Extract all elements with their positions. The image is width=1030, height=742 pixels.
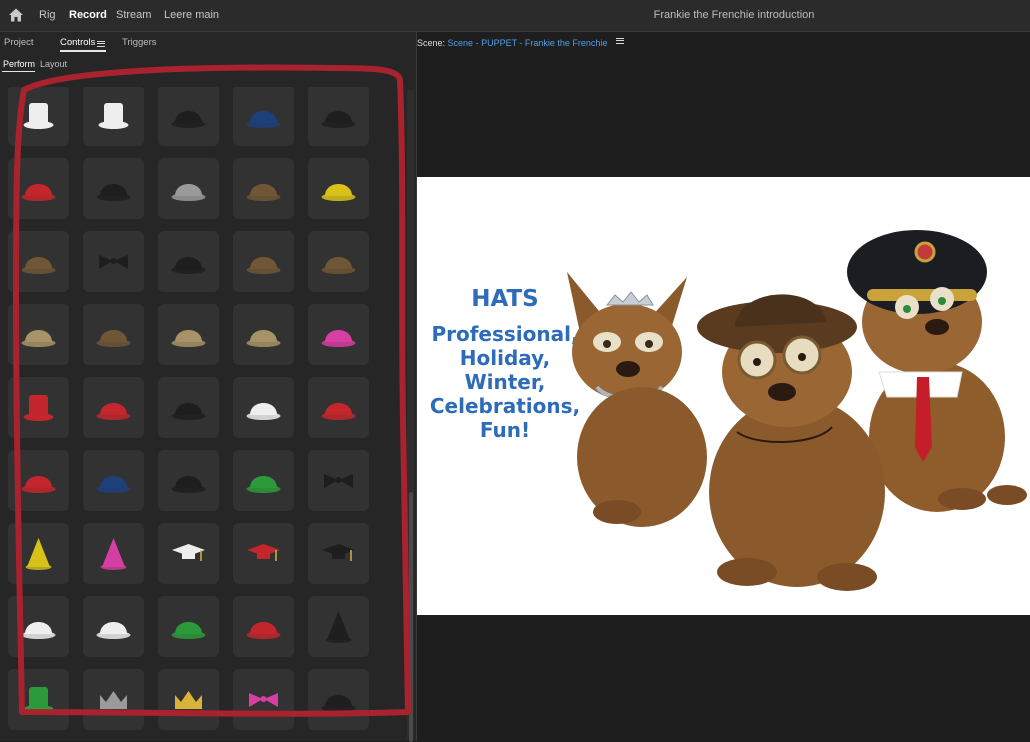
dogs-illustration [567,230,1027,591]
scene-label: Scene: [417,38,446,48]
scene-name[interactable]: Scene - PUPPET - Frankie the Frenchie [448,38,608,48]
scene-canvas: HATS Professional, Holiday, Winter, Cele… [417,177,1030,615]
red-annotation-outline [13,64,411,717]
scene-selector[interactable]: Scene: Scene - PUPPET - Frankie the Fren… [417,37,624,48]
dog-with-cowboy-hat [697,294,885,591]
scene-panel: Scene: Scene - PUPPET - Frankie the Fren… [417,32,1030,741]
dog-with-tiara [567,272,707,527]
scene-menu-icon[interactable] [615,36,624,45]
